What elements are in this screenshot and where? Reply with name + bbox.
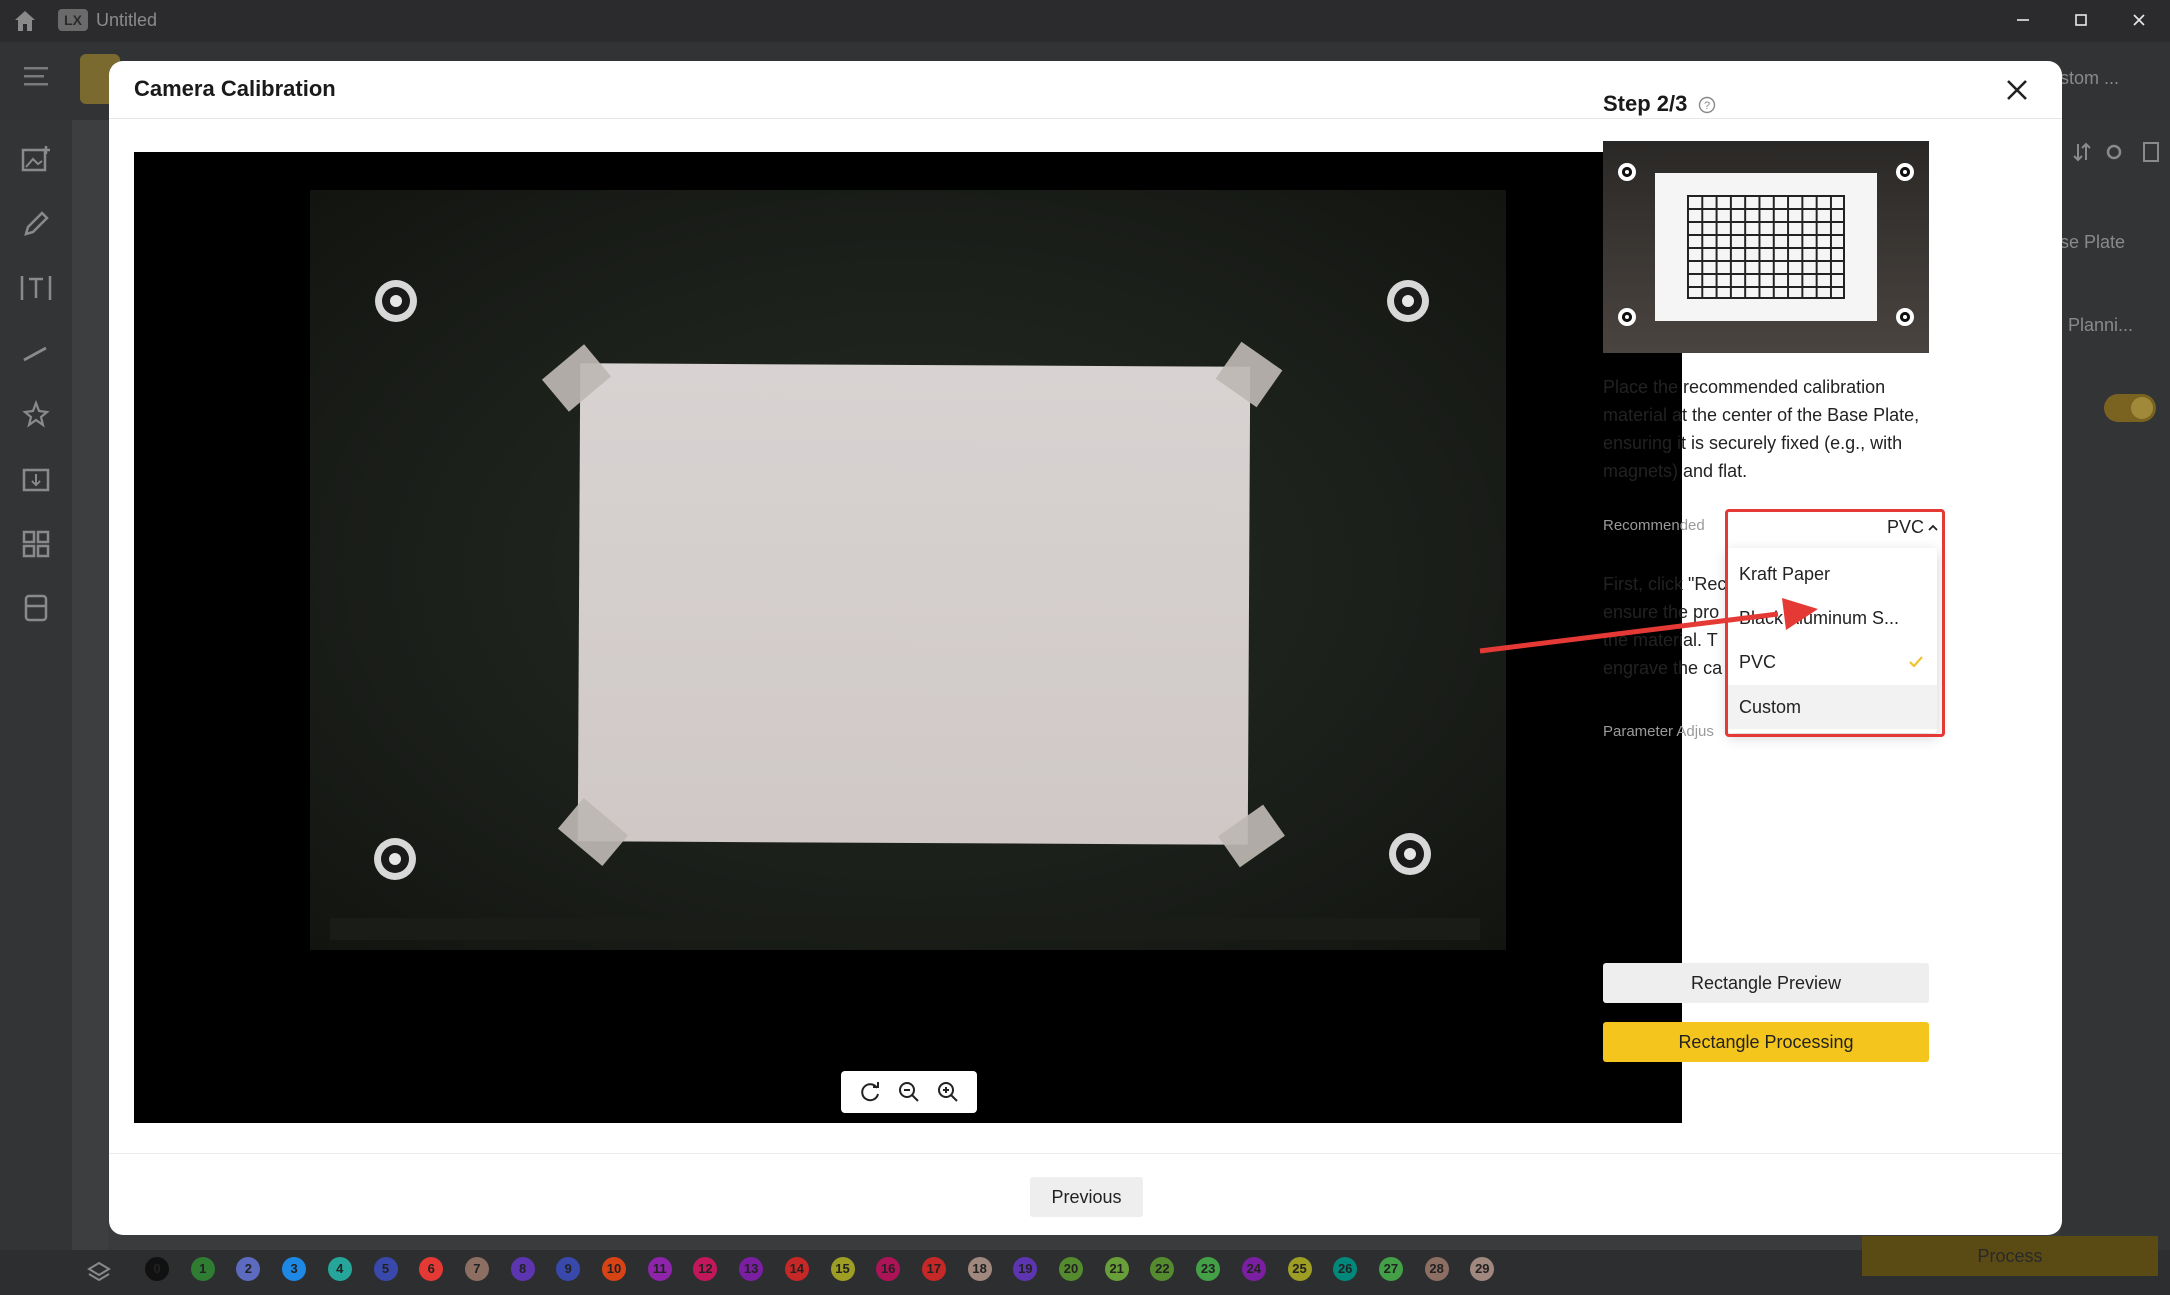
layer-dot[interactable]: 4: [327, 1257, 352, 1281]
rectangle-processing-button[interactable]: Rectangle Processing: [1603, 1022, 1929, 1062]
help-circle-icon[interactable]: ?: [1698, 96, 1716, 114]
layer-dot[interactable]: 23: [1196, 1257, 1221, 1281]
layer-dot[interactable]: 5: [373, 1257, 398, 1281]
base-plate-edge: [330, 918, 1480, 940]
layer-dot[interactable]: 3: [282, 1257, 307, 1281]
corner-marker-icon: [1618, 163, 1636, 181]
zoom-in-icon[interactable]: [935, 1079, 961, 1105]
dialog-footer-divider: [109, 1153, 2062, 1154]
pen-icon[interactable]: [18, 206, 54, 242]
layer-dot[interactable]: 25: [1287, 1257, 1312, 1281]
annotation-highlight-box: [1725, 509, 1945, 737]
bg-toolbar-text: stom ...: [2060, 68, 2120, 88]
layer-bar: [0, 1250, 2170, 1295]
layer-dot[interactable]: 8: [510, 1257, 535, 1281]
instruction-line: First, click "Rec: [1603, 574, 1727, 594]
layer-dot[interactable]: 16: [876, 1257, 901, 1281]
home-icon[interactable]: [12, 8, 38, 34]
left-tool-sidebar: [0, 120, 72, 1250]
maximize-icon[interactable]: [2052, 0, 2110, 42]
add-image-icon[interactable]: [18, 142, 54, 178]
bg-base-plate: se Plate: [2060, 232, 2126, 252]
layer-dot[interactable]: 15: [830, 1257, 855, 1281]
layer-dot[interactable]: 26: [1333, 1257, 1358, 1281]
title-bar: LX Untitled: [0, 0, 2170, 42]
calibration-board: [1655, 173, 1877, 321]
calibration-paper: [577, 363, 1251, 845]
rectangle-preview-button[interactable]: Rectangle Preview: [1603, 963, 1929, 1003]
bg-toggle: [2104, 394, 2156, 422]
close-icon[interactable]: [2002, 75, 2032, 105]
layer-dot[interactable]: 24: [1241, 1257, 1266, 1281]
dialog-title: Camera Calibration: [134, 76, 336, 101]
layer-dot[interactable]: 10: [602, 1257, 626, 1281]
layer-dot[interactable]: 28: [1424, 1257, 1449, 1281]
calibration-target-icon: [1389, 833, 1431, 875]
layer-dot[interactable]: 6: [419, 1257, 444, 1281]
calibration-target-icon: [374, 838, 416, 880]
material-icon[interactable]: [18, 590, 54, 626]
calibration-target-icon: [375, 280, 417, 322]
layer-dot[interactable]: 18: [967, 1257, 992, 1281]
layers-icon[interactable]: [86, 1260, 112, 1286]
camera-zoom-controls: [841, 1071, 977, 1113]
right-panel-toolbar-icons: [2073, 142, 2159, 162]
vertical-ruler: [72, 120, 108, 1250]
layer-dot[interactable]: 21: [1104, 1257, 1129, 1281]
layer-dot[interactable]: 27: [1378, 1257, 1403, 1281]
layer-dot[interactable]: 0: [145, 1257, 169, 1281]
camera-preview[interactable]: [134, 152, 1682, 1123]
minimize-icon[interactable]: [1994, 0, 2052, 42]
recommended-label: Recommended: [1603, 517, 1705, 534]
document-title: Untitled: [96, 10, 158, 30]
layer-dot[interactable]: 11: [647, 1257, 672, 1281]
magic-icon[interactable]: [18, 398, 54, 434]
layer-dot[interactable]: 1: [190, 1257, 215, 1281]
step-title: Step 2/3: [1603, 91, 1688, 116]
corner-marker-icon: [1896, 308, 1914, 326]
rotate-icon[interactable]: [857, 1079, 883, 1105]
line-icon[interactable]: [18, 334, 54, 370]
layer-dot[interactable]: 14: [784, 1257, 809, 1281]
import-icon[interactable]: [18, 462, 54, 498]
calibration-target-icon: [1387, 280, 1429, 322]
zoom-out-icon[interactable]: [896, 1079, 922, 1105]
window-close-icon[interactable]: [2110, 0, 2168, 42]
step-description: Place the recommended calibration materi…: [1603, 377, 1920, 481]
right-panel-background: se Plate Planni...: [2060, 120, 2170, 1250]
calibration-grid: [1687, 195, 1845, 299]
menu-icon[interactable]: [22, 64, 50, 88]
layer-dot[interactable]: 20: [1059, 1257, 1083, 1281]
corner-marker-icon: [1618, 308, 1636, 326]
layout-icon[interactable]: [18, 526, 54, 562]
bg-planning: Planni...: [2068, 315, 2134, 335]
layer-dot[interactable]: 17: [921, 1257, 946, 1281]
svg-text:?: ?: [1704, 100, 1710, 112]
previous-button[interactable]: Previous: [1030, 1177, 1143, 1217]
instruction-line: engrave the ca: [1603, 658, 1723, 678]
corner-marker-icon: [1896, 163, 1914, 181]
calibration-example-image: [1603, 141, 1929, 353]
instruction-line: the material. T: [1603, 630, 1718, 650]
dialog-header: Camera Calibration: [109, 61, 2062, 119]
instruction-line: ensure the pro: [1603, 602, 1720, 622]
bg-process-button: Process: [1862, 1236, 2158, 1276]
app-badge: LX: [58, 9, 88, 31]
layer-dot[interactable]: 7: [464, 1257, 489, 1281]
instruction-text: First, click "Rec ensure the pro the mat…: [1603, 570, 1733, 682]
text-icon[interactable]: [18, 270, 54, 306]
parameter-adjust-label: Parameter Adjus: [1603, 723, 1714, 740]
layer-dot[interactable]: 13: [739, 1257, 764, 1281]
